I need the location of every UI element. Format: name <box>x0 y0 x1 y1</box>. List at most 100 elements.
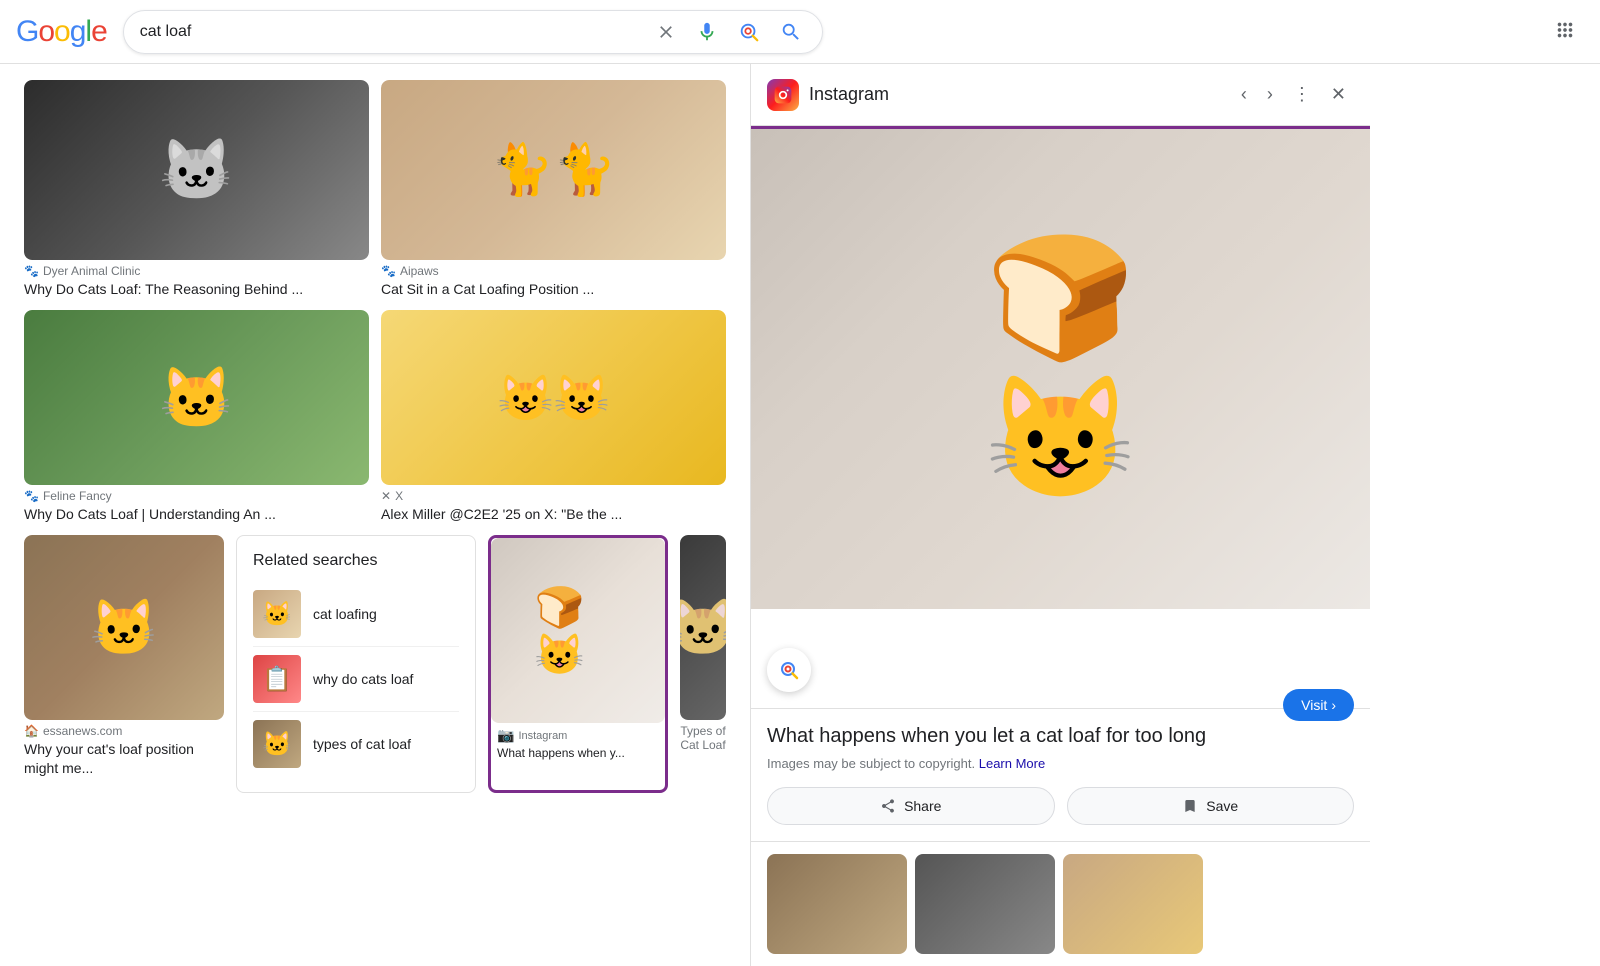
right-panel: Instagram ‹ › ⋮ ✕ 🍞😺 <box>750 64 1370 966</box>
main-content: 🐾 Dyer Animal Clinic Why Do Cats Loaf: T… <box>0 64 1600 966</box>
selected-source-name: Instagram <box>518 730 567 742</box>
save-icon <box>1182 798 1198 814</box>
share-button[interactable]: Share <box>767 787 1055 825</box>
search-bar <box>123 10 823 54</box>
source-label-1: 🐾 Dyer Animal Clinic <box>24 264 369 278</box>
clear-icon <box>656 22 676 42</box>
related-searches-panel: Related searches 🐱 cat loafing 📋 why do … <box>236 535 476 793</box>
preview-caption: What happens when you let a cat loaf for… <box>767 725 1206 748</box>
image-grid: 🐾 Dyer Animal Clinic Why Do Cats Loaf: T… <box>24 80 726 523</box>
search-icon <box>780 21 802 43</box>
related-item-2[interactable]: 📋 why do cats loaf <box>253 647 459 712</box>
left-panel: 🐾 Dyer Animal Clinic Why Do Cats Loaf: T… <box>0 64 750 966</box>
search-input[interactable] <box>140 23 640 41</box>
types-image <box>680 535 726 720</box>
source-label-5: 🏠 essanews.com <box>24 724 224 738</box>
lens-search-overlay-button[interactable] <box>767 648 811 692</box>
header: G o o g l e <box>0 0 1600 64</box>
logo-o1: o <box>38 15 54 49</box>
preview-main-image: 🍞😺 <box>751 129 1370 609</box>
source-icon-4: ✕ <box>381 489 391 503</box>
source-name-1: Dyer Animal Clinic <box>43 264 140 278</box>
bottom-row: 🏠 essanews.com Why your cat's loaf posit… <box>24 535 726 793</box>
cat-image-3 <box>24 310 369 485</box>
google-logo[interactable]: G o o g l e <box>16 15 107 49</box>
copyright-text: Images may be subject to copyright. <box>767 756 975 771</box>
source-name-3: Feline Fancy <box>43 489 112 503</box>
preview-header: Instagram ‹ › ⋮ ✕ <box>751 64 1370 126</box>
types-label: Types of Cat Loaf <box>680 724 726 752</box>
cat-image-2 <box>381 80 726 260</box>
cat-sofa-card[interactable]: 🏠 essanews.com Why your cat's loaf posit… <box>24 535 224 793</box>
preview-info: What happens when you let a cat loaf for… <box>751 708 1370 841</box>
cat-image-4 <box>381 310 726 485</box>
clear-button[interactable] <box>652 18 680 46</box>
search-button[interactable] <box>776 17 806 47</box>
source-icon-5: 🏠 <box>24 724 39 738</box>
preview-copyright: Images may be subject to copyright. Lear… <box>767 756 1354 771</box>
source-label-3: 🐾 Feline Fancy <box>24 489 369 503</box>
action-buttons: Share Save <box>767 787 1354 825</box>
selected-caption: What happens when y... <box>491 746 665 768</box>
types-area[interactable]: Types of Cat Loaf <box>680 535 726 793</box>
share-label: Share <box>904 798 941 814</box>
source-name-5: essanews.com <box>43 724 122 738</box>
thumbnail-2[interactable] <box>915 854 1055 954</box>
selected-source: 📷 Instagram <box>491 723 665 746</box>
save-label: Save <box>1206 798 1238 814</box>
card-title-2: Cat Sit in a Cat Loafing Position ... <box>381 280 726 298</box>
related-text-3: types of cat loaf <box>313 735 411 755</box>
lens-search-button[interactable] <box>734 17 764 47</box>
related-searches-title: Related searches <box>253 552 459 570</box>
thumbnail-1[interactable] <box>767 854 907 954</box>
source-label-4: ✕ X <box>381 489 726 503</box>
cat-image-1 <box>24 80 369 260</box>
voice-search-button[interactable] <box>692 17 722 47</box>
lens-icon <box>738 21 760 43</box>
selected-image-card[interactable]: 📷 Instagram What happens when y... <box>488 535 668 793</box>
logo-e: e <box>91 15 107 49</box>
preview-navigation: ‹ › ⋮ ✕ <box>1233 76 1354 113</box>
lens-overlay-icon <box>777 658 801 682</box>
logo-o2: o <box>54 15 70 49</box>
card-title-4: Alex Miller @C2E2 '25 on X: "Be the ... <box>381 505 726 523</box>
source-icon-2: 🐾 <box>381 264 396 278</box>
preview-source-title: Instagram <box>809 84 1223 105</box>
more-options-button[interactable]: ⋮ <box>1285 76 1319 113</box>
card-title-3: Why Do Cats Loaf | Understanding An ... <box>24 505 369 523</box>
related-thumb-3: 🐱 <box>253 720 301 768</box>
prev-button[interactable]: ‹ <box>1233 76 1255 113</box>
logo-g2: g <box>70 15 86 49</box>
selected-cat-image <box>491 538 665 723</box>
related-item-1[interactable]: 🐱 cat loafing <box>253 582 459 647</box>
source-name-4: X <box>395 489 403 503</box>
source-icon-1: 🐾 <box>24 264 39 278</box>
preview-image-container: 🍞😺 <box>751 129 1370 708</box>
image-card-4[interactable]: ✕ X Alex Miller @C2E2 '25 on X: "Be the … <box>381 310 726 523</box>
learn-more-link[interactable]: Learn More <box>979 756 1045 771</box>
thumbnail-strip <box>751 841 1370 966</box>
source-name-2: Aipaws <box>400 264 439 278</box>
google-apps-button[interactable] <box>1546 11 1584 52</box>
share-icon <box>880 798 896 814</box>
card-title-5: Why your cat's loaf position might me... <box>24 740 224 776</box>
image-card-3[interactable]: 🐾 Feline Fancy Why Do Cats Loaf | Unders… <box>24 310 369 523</box>
instagram-icon <box>773 85 793 105</box>
related-thumb-1: 🐱 <box>253 590 301 638</box>
image-card-1[interactable]: 🐾 Dyer Animal Clinic Why Do Cats Loaf: T… <box>24 80 369 298</box>
related-item-3[interactable]: 🐱 types of cat loaf <box>253 712 459 776</box>
cat-sofa-image <box>24 535 224 720</box>
source-label-2: 🐾 Aipaws <box>381 264 726 278</box>
source-icon-3: 🐾 <box>24 489 39 503</box>
related-text-1: cat loafing <box>313 605 377 625</box>
related-thumb-2: 📋 <box>253 655 301 703</box>
save-button[interactable]: Save <box>1067 787 1355 825</box>
close-panel-button[interactable]: ✕ <box>1323 76 1354 113</box>
search-icons <box>652 17 806 47</box>
thumbnail-3[interactable] <box>1063 854 1203 954</box>
image-card-2[interactable]: 🐾 Aipaws Cat Sit in a Cat Loafing Positi… <box>381 80 726 298</box>
logo-g: G <box>16 15 38 49</box>
related-text-2: why do cats loaf <box>313 670 413 690</box>
next-button[interactable]: › <box>1259 76 1281 113</box>
microphone-icon <box>696 21 718 43</box>
